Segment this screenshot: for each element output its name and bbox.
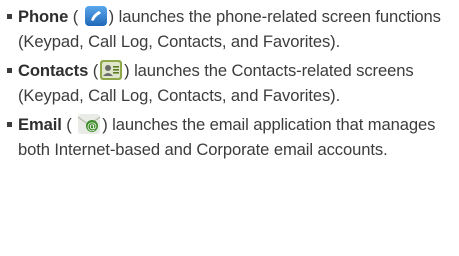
app-description-list: Phone ( ) launches the phone-related scr… <box>6 4 456 166</box>
bullet-marker <box>7 68 12 73</box>
svg-text:@: @ <box>87 122 97 133</box>
contacts-icon <box>99 59 123 81</box>
list-item-email: Email ( @ ) launches the email applicati… <box>6 112 456 162</box>
bullet-marker <box>7 122 12 127</box>
list-item-phone: Phone ( ) launches the phone-related scr… <box>6 4 456 54</box>
list-item-contacts: Contacts ( ) launches the Contacts-relat… <box>6 58 456 108</box>
item-term: Phone <box>18 7 69 26</box>
open-paren: ( <box>68 7 83 26</box>
item-term: Email <box>18 115 62 134</box>
email-icon: @ <box>77 113 101 135</box>
bullet-marker <box>7 14 12 19</box>
item-term: Contacts <box>18 61 89 80</box>
open-paren: ( <box>88 61 99 80</box>
open-paren: ( <box>61 115 77 134</box>
phone-icon <box>84 5 108 27</box>
